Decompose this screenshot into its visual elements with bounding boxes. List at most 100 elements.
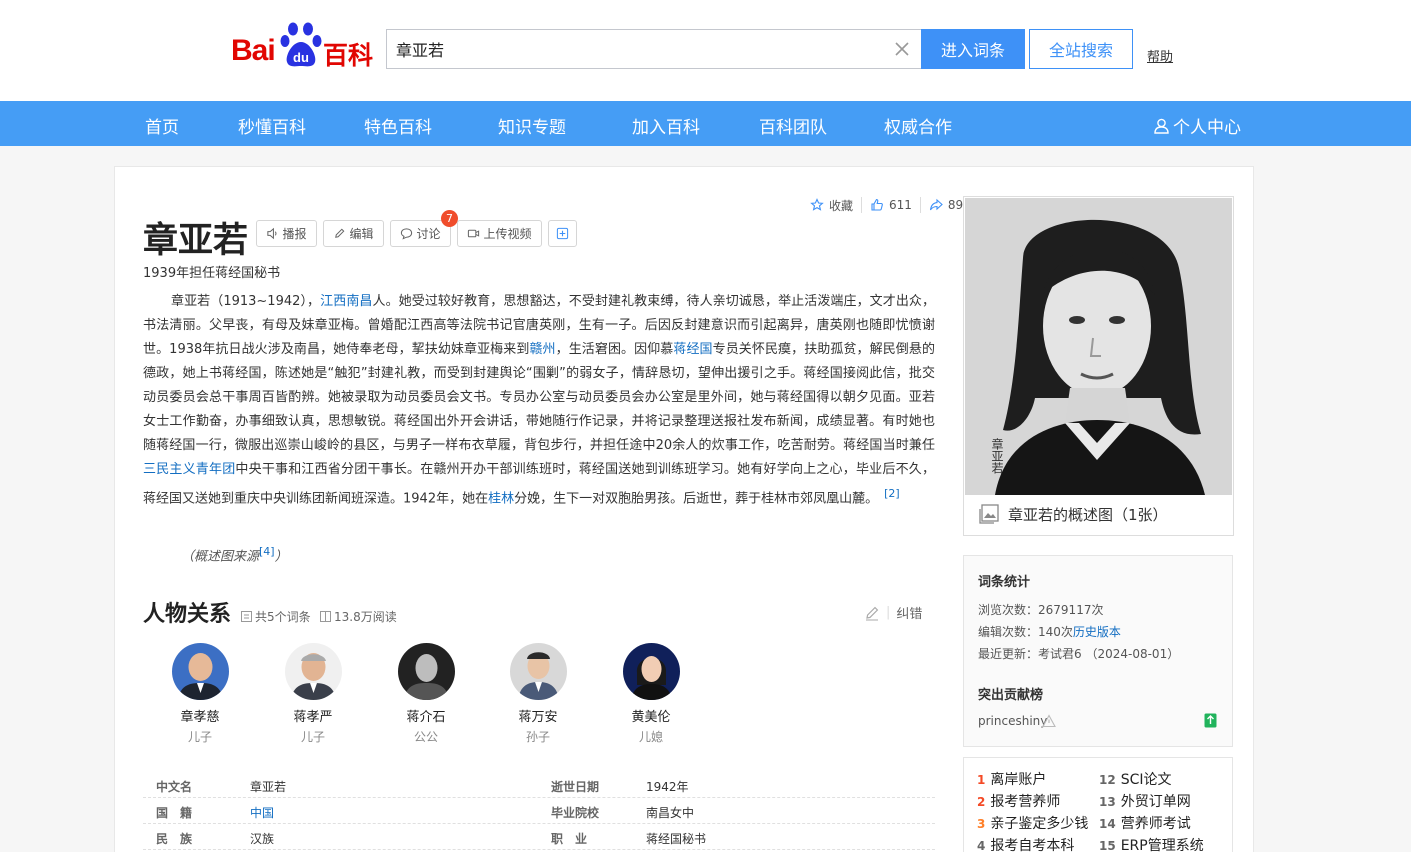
relation-name: 蒋万安 (518, 710, 558, 725)
help-link[interactable]: 帮助 (1147, 46, 1173, 65)
summary-text: 专员关怀民瘼，扶助孤贫，解民倒悬的德政，她上书蒋经国，陈述她是“触犯”封建礼教，… (143, 342, 935, 453)
entry-title: 章亚若 (143, 221, 249, 261)
info-row: 民 族 汉族 职 业 蒋经国秘书 (143, 824, 935, 850)
discuss-count-badge: 7 (441, 210, 458, 227)
views-label: 浏览次数： (978, 603, 1039, 617)
hot-item[interactable]: 13 外贸订单网 (1099, 791, 1191, 811)
relations-title: 人物关系 (143, 602, 232, 627)
entry-actions: 收藏 611 89 (802, 196, 971, 214)
relation-type: 儿媳 (638, 730, 663, 744)
correct-button[interactable]: | 纠错 (864, 603, 922, 622)
nav-item-topics[interactable]: 知识专题 (498, 113, 566, 138)
logo-du-text: du (293, 50, 309, 65)
source-text: （概述图来源 (181, 549, 260, 565)
summary-text: 分娩，生下一对双胞胎男孩。后逝世，葬于桂林市郊凤凰山麓。 (514, 491, 879, 507)
chat-bubble-icon (401, 228, 413, 240)
updated-value: 考试君6 （2024-08-01） (1038, 647, 1180, 661)
nav-item-home[interactable]: 首页 (145, 113, 179, 138)
contrib-title: 突出贡献榜 (978, 688, 1044, 703)
image-caption[interactable]: 章亚若的概述图（1张） (978, 503, 1168, 525)
site-search-button[interactable]: 全站搜索 (1029, 29, 1133, 69)
hot-item[interactable]: 3 亲子鉴定多少钱 (977, 813, 1088, 833)
hot-item[interactable]: 14 营养师考试 (1099, 813, 1191, 833)
image-source-note: （概述图来源[4]） (181, 545, 288, 564)
video-camera-icon (468, 229, 480, 238)
info-value-link[interactable]: 中国 (250, 804, 274, 821)
enter-entry-button[interactable]: 进入词条 (921, 29, 1025, 69)
upload-video-button[interactable]: 上传视频 (457, 220, 542, 247)
link-nanchang[interactable]: 江西南昌 (320, 294, 372, 309)
edit-button[interactable]: 编辑 (323, 220, 384, 247)
reference-link[interactable]: [2] (884, 487, 900, 500)
contrib-user[interactable]: princeshiny (978, 714, 1047, 728)
like-button[interactable]: 611 (862, 198, 920, 212)
baidu-baike-logo[interactable]: Bai du 百科 (231, 22, 376, 70)
header: Bai du 百科 进入词条 全站搜索 帮助 (0, 0, 1411, 101)
hot-rank: 13 (1099, 795, 1116, 809)
nav-item-join[interactable]: 加入百科 (632, 113, 700, 138)
nav-item-miaodong[interactable]: 秒懂百科 (238, 113, 306, 138)
relation-person[interactable]: 蒋孝严 儿子 (273, 643, 353, 745)
info-row: 国 籍 中国 毕业院校 南昌女中 (143, 798, 935, 824)
relation-person[interactable]: 蒋介石 公公 (386, 643, 466, 745)
relations-count-text: 共5个词条 (255, 610, 311, 624)
hot-item[interactable]: 15 ERP管理系统 (1099, 835, 1204, 852)
share-icon (929, 198, 943, 211)
entry-subtitle: 1939年担任蒋经国秘书 (143, 266, 281, 281)
link-youth-league[interactable]: 三民主义青年团 (143, 462, 235, 477)
upload-video-label: 上传视频 (483, 227, 532, 241)
correct-label: 纠错 (896, 607, 923, 622)
stats-views: 浏览次数：2679117次 (978, 601, 1103, 618)
relations-reads: 13.8万阅读 (320, 608, 397, 625)
nav-item-partners[interactable]: 权威合作 (884, 113, 952, 138)
nav-item-team[interactable]: 百科团队 (759, 113, 827, 138)
paw-logo-icon: du (280, 22, 322, 67)
hot-item[interactable]: 4 报考自考本科 (977, 835, 1074, 852)
nav-item-featured[interactable]: 特色百科 (364, 113, 432, 138)
info-key: 职 业 (551, 832, 588, 846)
entry-stats-panel: 词条统计 浏览次数：2679117次 编辑次数：140次历史版本 最近更新：考试… (963, 555, 1233, 747)
link-guilin[interactable]: 桂林 (488, 491, 514, 506)
warning-triangle-icon (1042, 714, 1056, 728)
relation-person[interactable]: 黄美伦 儿媳 (611, 643, 691, 745)
logo-bai-text: Bai (231, 34, 276, 67)
hot-rank: 4 (977, 839, 986, 852)
hot-item[interactable]: 2 报考营养师 (977, 791, 1060, 811)
collect-button[interactable]: 收藏 (802, 197, 861, 214)
avatar (509, 643, 567, 700)
nav-user-center[interactable]: 个人中心 (1154, 113, 1241, 138)
close-icon[interactable] (892, 39, 912, 59)
bookmark-icon[interactable] (1204, 713, 1217, 728)
link-jiang-jingguo[interactable]: 蒋经国 (673, 342, 712, 357)
avatar (284, 643, 342, 700)
hot-item[interactable]: 12 SCI论文 (1099, 769, 1172, 789)
user-icon (1154, 118, 1169, 134)
divider: | (886, 605, 891, 620)
hot-text: 报考自考本科 (990, 838, 1075, 852)
hot-rank: 2 (977, 795, 986, 809)
relation-name: 黄美伦 (631, 710, 671, 725)
stats-edits: 编辑次数：140次历史版本 (978, 623, 1121, 640)
summary-text: 章亚若（1913~1942）， (171, 294, 321, 309)
hot-item[interactable]: 1 离岸账户 (977, 769, 1046, 789)
hot-rank: 14 (1099, 817, 1116, 831)
add-button[interactable] (548, 220, 577, 247)
history-link[interactable]: 历史版本 (1073, 625, 1121, 639)
search-box (386, 29, 921, 69)
relation-person[interactable]: 蒋万安 孙子 (498, 643, 578, 745)
hot-text: 离岸账户 (990, 772, 1047, 788)
edit-label: 编辑 (349, 227, 374, 241)
speaker-icon (267, 227, 277, 240)
search-input[interactable] (387, 30, 877, 68)
broadcast-button[interactable]: 播报 (256, 220, 317, 247)
link-ganzhou[interactable]: 赣州 (529, 342, 555, 357)
hot-text: ERP管理系统 (1120, 838, 1204, 852)
source-reference-link[interactable]: [4] (259, 545, 275, 558)
discuss-button[interactable]: 讨论 (390, 220, 451, 247)
info-key: 毕业院校 (551, 806, 600, 820)
relations-reads-text: 13.8万阅读 (334, 610, 397, 624)
relation-name: 章孝慈 (180, 710, 220, 725)
relation-person[interactable]: 章孝慈 儿子 (160, 643, 240, 745)
summary-image-box[interactable]: 章亚若 章亚若的概述图（1张） (963, 196, 1234, 536)
relation-name: 蒋孝严 (293, 710, 333, 725)
